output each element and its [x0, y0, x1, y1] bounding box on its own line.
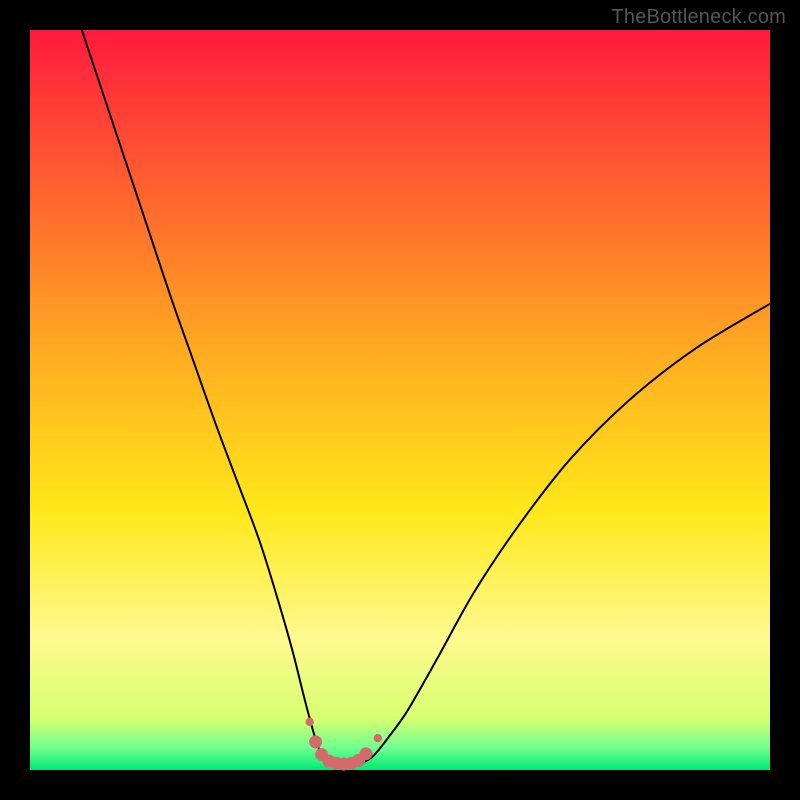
chart-frame: TheBottleneck.com: [0, 0, 800, 800]
bottleneck-chart: [0, 0, 800, 800]
highlight-marker: [309, 735, 322, 748]
highlight-marker: [306, 718, 314, 726]
plot-background: [30, 30, 770, 770]
highlight-marker: [374, 734, 382, 742]
highlight-marker: [359, 747, 372, 760]
